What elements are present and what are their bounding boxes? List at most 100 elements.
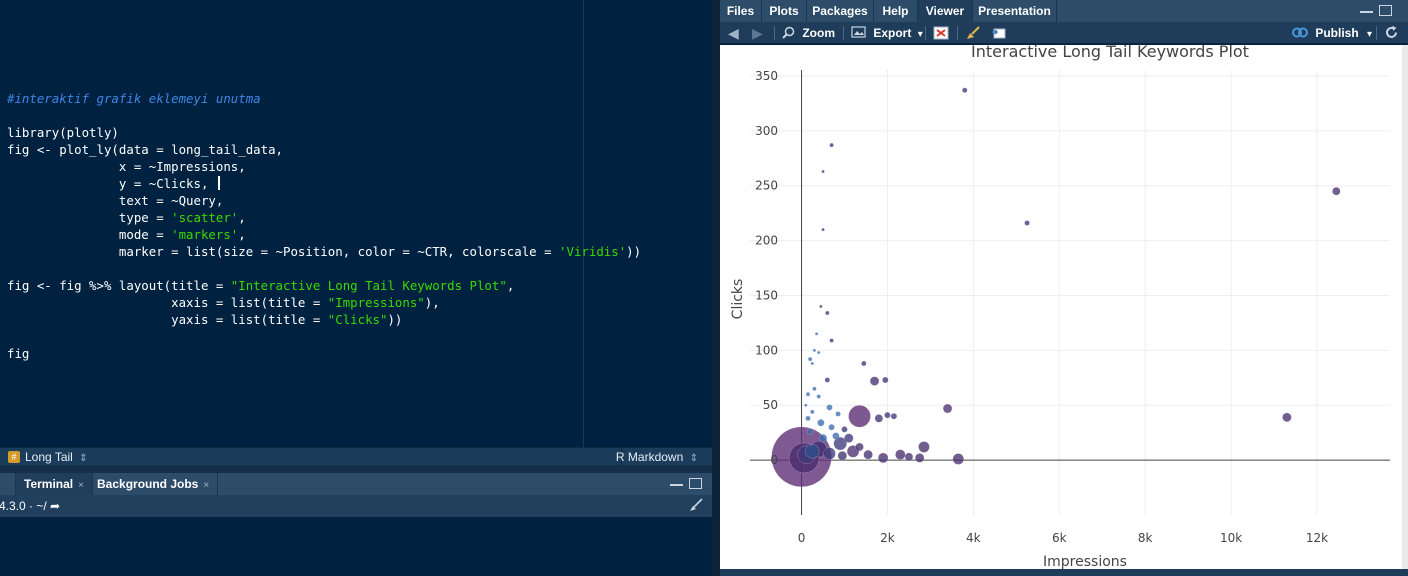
console-output[interactable]: [0, 517, 712, 576]
data-point[interactable]: [826, 404, 833, 411]
data-point[interactable]: [874, 414, 884, 423]
data-point[interactable]: [841, 426, 848, 433]
tab-plots[interactable]: Plots: [762, 0, 807, 22]
data-point[interactable]: [895, 449, 906, 460]
code-line[interactable]: yaxis = list(title = "Clicks")): [7, 311, 641, 328]
tab-presentation[interactable]: Presentation: [973, 0, 1057, 22]
close-icon[interactable]: ×: [203, 480, 209, 491]
data-point[interactable]: [818, 433, 828, 443]
data-point[interactable]: [821, 227, 825, 232]
code-line[interactable]: fig <- plot_ly(data = long_tail_data,: [7, 141, 641, 158]
chart-points[interactable]: [771, 87, 1341, 488]
tab-viewer[interactable]: Viewer: [918, 0, 973, 22]
close-icon[interactable]: ×: [78, 480, 84, 491]
tab-help[interactable]: Help: [874, 0, 918, 22]
code-line[interactable]: type = 'scatter',: [7, 209, 641, 226]
tab-files[interactable]: Files: [720, 0, 762, 22]
data-point[interactable]: [804, 403, 808, 407]
data-point[interactable]: [819, 304, 823, 309]
scatter-chart[interactable]: 0 2k 4k 6k 8k 10k 12k 0 50 100 150 200 250 300 350 Inte…: [720, 45, 1402, 569]
data-point[interactable]: [882, 376, 889, 384]
export-button[interactable]: Export ▾: [851, 22, 923, 44]
data-point[interactable]: [904, 452, 914, 462]
data-point[interactable]: [848, 404, 871, 428]
data-point[interactable]: [828, 423, 835, 431]
document-type-selector[interactable]: R Markdown ⇕: [616, 450, 698, 464]
data-point[interactable]: [861, 360, 867, 367]
code-line[interactable]: [7, 260, 641, 277]
data-point[interactable]: [829, 142, 834, 148]
data-point[interactable]: [914, 453, 925, 463]
data-point[interactable]: [837, 450, 848, 461]
tab-packages[interactable]: Packages: [807, 0, 874, 22]
code-line[interactable]: mode = 'markers',: [7, 226, 641, 243]
data-point[interactable]: [1332, 186, 1341, 196]
code-line[interactable]: fig: [7, 345, 641, 362]
data-point[interactable]: [824, 377, 831, 383]
data-point[interactable]: [805, 444, 820, 459]
forward-arrow-icon[interactable]: ▶: [752, 22, 763, 44]
console-tab-hidden[interactable]: [0, 473, 16, 495]
minimize-pane-icon[interactable]: [1360, 5, 1373, 13]
code-line[interactable]: #interaktif grafik eklemeyi unutma: [7, 90, 641, 107]
pane-splitter-vertical[interactable]: [712, 0, 720, 576]
code-line[interactable]: x = ~Impressions,: [7, 158, 641, 175]
maximize-pane-icon[interactable]: [1379, 5, 1392, 16]
code-line[interactable]: library(plotly): [7, 124, 641, 141]
data-point[interactable]: [823, 447, 836, 460]
data-point[interactable]: [835, 411, 841, 417]
code-editor[interactable]: #interaktif grafik eklemeyi unutma librar…: [0, 0, 712, 447]
publish-button[interactable]: Publish ▾: [1292, 22, 1372, 44]
data-point[interactable]: [816, 394, 821, 399]
show-in-new-window-button[interactable]: [991, 22, 1007, 44]
data-point[interactable]: [817, 419, 825, 427]
code-line[interactable]: [7, 328, 641, 345]
minimize-pane-icon[interactable]: [670, 478, 683, 486]
data-point[interactable]: [855, 442, 864, 452]
data-point[interactable]: [810, 361, 815, 366]
remove-viewer-button[interactable]: [933, 22, 949, 44]
data-point[interactable]: [829, 338, 834, 343]
code-line[interactable]: [7, 107, 641, 124]
console-working-directory[interactable]: 4.3.0 · ~/ ➦: [0, 495, 60, 517]
code-content[interactable]: #interaktif grafik eklemeyi unutma librar…: [7, 73, 641, 362]
data-point[interactable]: [805, 392, 811, 397]
refresh-icon[interactable]: [1384, 22, 1399, 44]
code-line[interactable]: marker = list(size = ~Position, color = …: [7, 243, 641, 260]
viewer-scrollbar[interactable]: [1402, 45, 1408, 569]
data-point[interactable]: [869, 376, 880, 386]
data-point[interactable]: [821, 169, 825, 174]
data-point[interactable]: [962, 87, 968, 93]
code-line[interactable]: fig <- fig %>% layout(title = "Interacti…: [7, 277, 641, 294]
data-point[interactable]: [844, 433, 854, 443]
tab-background-jobs[interactable]: Background Jobs ×: [89, 473, 219, 495]
code-line[interactable]: y = ~Clicks,: [7, 175, 641, 192]
code-line[interactable]: text = ~Query,: [7, 192, 641, 209]
clear-console-broom-icon[interactable]: [688, 495, 704, 517]
data-point[interactable]: [1282, 412, 1292, 423]
data-point[interactable]: [814, 332, 819, 336]
data-point[interactable]: [952, 453, 965, 465]
viewer-content[interactable]: 0 2k 4k 6k 8k 10k 12k 0 50 100 150 200 250 300 350 Inte…: [720, 45, 1402, 569]
maximize-pane-icon[interactable]: [689, 478, 702, 489]
data-point[interactable]: [825, 310, 830, 316]
data-point[interactable]: [812, 348, 817, 353]
data-point[interactable]: [806, 428, 814, 435]
data-point[interactable]: [1024, 220, 1030, 226]
code-line[interactable]: xaxis = list(title = "Impressions"),: [7, 294, 641, 311]
data-point[interactable]: [918, 441, 930, 453]
document-outline-button[interactable]: Long Tail ⇕: [25, 450, 88, 464]
data-point[interactable]: [812, 386, 817, 392]
data-point[interactable]: [884, 411, 891, 419]
code-line[interactable]: [7, 73, 641, 90]
data-point[interactable]: [877, 452, 889, 464]
data-point[interactable]: [805, 415, 811, 422]
back-arrow-icon[interactable]: ◀: [728, 22, 739, 44]
data-point[interactable]: [807, 356, 813, 362]
data-point[interactable]: [816, 350, 821, 355]
tab-terminal[interactable]: Terminal ×: [16, 473, 93, 495]
data-point[interactable]: [810, 409, 815, 415]
pane-splitter-horizontal[interactable]: [0, 465, 712, 473]
zoom-button[interactable]: Zoom: [782, 22, 835, 44]
data-point[interactable]: [832, 432, 840, 440]
